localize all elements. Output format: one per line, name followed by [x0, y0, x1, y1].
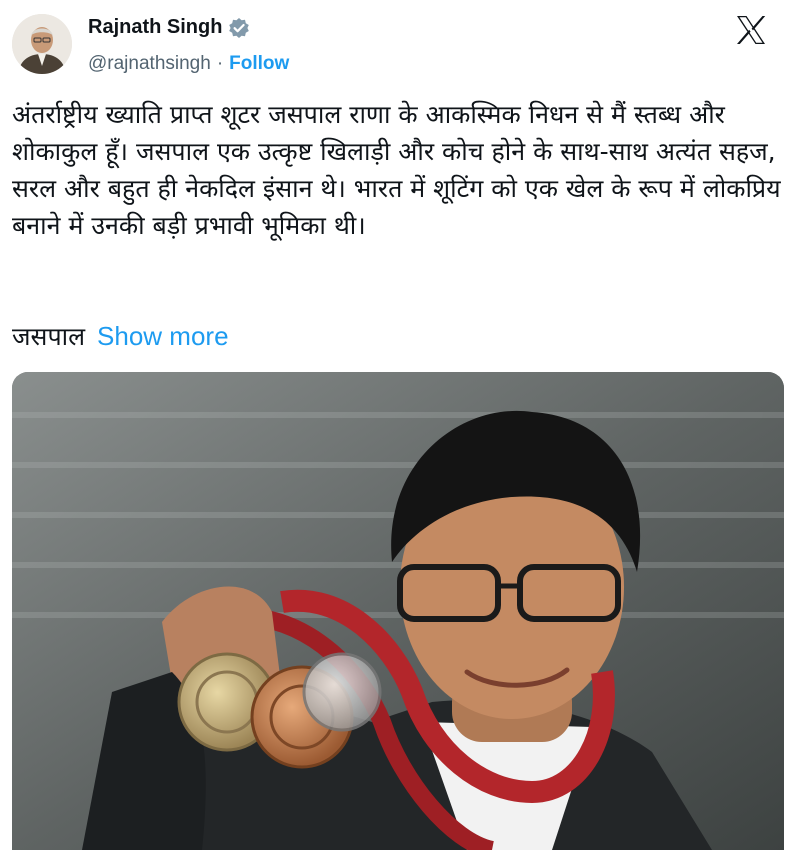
- show-more-link[interactable]: Show more: [97, 321, 229, 351]
- follow-button[interactable]: Follow: [229, 53, 289, 75]
- tweet-text: अंतर्राष्ट्रीय ख्याति प्राप्त शूटर जसपाल…: [12, 100, 781, 240]
- tweet-tail-row: जसपाल Show more: [12, 318, 229, 355]
- tweet-header: Rajnath Singh @rajnathsingh · Follow: [0, 0, 785, 100]
- verified-badge-icon: [228, 17, 250, 39]
- x-logo-icon[interactable]: [734, 13, 768, 47]
- hashtag-text: जसपाल: [12, 322, 86, 351]
- tweet-photo[interactable]: [12, 372, 784, 850]
- author-name-row: Rajnath Singh: [88, 16, 250, 39]
- handle-separator: ·: [216, 53, 224, 74]
- author-handle-row: @rajnathsingh · Follow: [88, 53, 289, 75]
- author-name[interactable]: Rajnath Singh: [88, 16, 222, 39]
- author-handle[interactable]: @rajnathsingh: [88, 53, 211, 75]
- avatar[interactable]: [12, 14, 72, 74]
